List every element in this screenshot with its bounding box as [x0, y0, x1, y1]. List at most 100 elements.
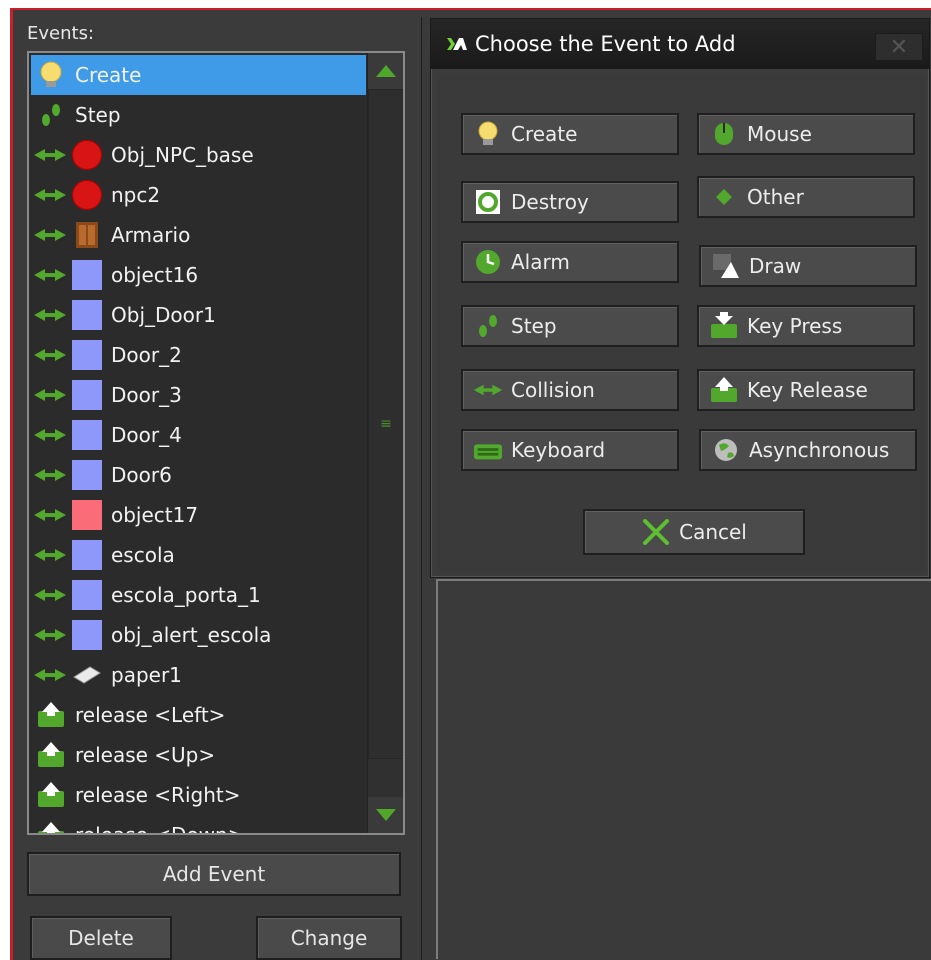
key-release-icon	[709, 375, 739, 405]
keyboard-icon	[473, 435, 503, 465]
event-list-item[interactable]: Armario	[31, 215, 366, 255]
event-label: release <Down>	[75, 823, 245, 835]
sprite-blue-square-icon	[69, 379, 105, 411]
event-list-item[interactable]: release <Up>	[31, 735, 366, 775]
event-list-item[interactable]: Door_2	[31, 335, 366, 375]
collision-arrows-icon	[31, 467, 69, 483]
collision-arrows-icon	[31, 187, 69, 203]
sprite-red-square-icon	[69, 499, 105, 531]
sprite-blue-square-icon	[69, 259, 105, 291]
mouse-event-button[interactable]: Mouse	[697, 113, 915, 155]
close-button[interactable]: ✕	[875, 33, 923, 61]
collision-arrows-icon	[31, 667, 69, 683]
sprite-red-circle-icon	[69, 179, 105, 211]
event-list-item[interactable]: obj_alert_escola	[31, 615, 366, 655]
collision-arrows-icon	[31, 387, 69, 403]
step-icon	[33, 99, 69, 131]
collision-arrows-icon	[31, 347, 69, 363]
sprite-blue-square-icon	[69, 619, 105, 651]
key-press-icon	[709, 311, 739, 341]
delete-button[interactable]: Delete	[30, 916, 172, 960]
events-label: Events:	[27, 23, 95, 44]
event-label: Armario	[111, 223, 191, 247]
events-list[interactable]: Create Step Obj_NPC_base npc2 Armario object1…	[27, 51, 405, 835]
event-list-item[interactable]: npc2	[31, 175, 366, 215]
collision-event-button[interactable]: Collision	[461, 369, 679, 411]
event-button-label: Key Press	[747, 314, 843, 338]
step-event-button[interactable]: Step	[461, 305, 679, 347]
collision-arrows-icon	[31, 147, 69, 163]
events-scrollbar[interactable]: ≡	[367, 53, 403, 833]
event-list-item[interactable]: Obj_NPC_base	[31, 135, 366, 175]
dialog-body: Create Mouse Destroy Other Alarm Draw Step Key …	[437, 75, 925, 573]
destroy-icon	[473, 187, 503, 217]
scroll-thumb[interactable]: ≡	[368, 89, 403, 759]
event-label: release <Right>	[75, 783, 241, 807]
scroll-down-arrow-icon[interactable]	[368, 797, 403, 833]
event-button-label: Asynchronous	[749, 438, 890, 462]
create-event-button[interactable]: Create	[461, 113, 679, 155]
event-label: Obj_Door1	[111, 303, 216, 327]
alarm-event-button[interactable]: Alarm	[461, 241, 679, 283]
event-button-label: Destroy	[511, 190, 589, 214]
draw-event-button[interactable]: Draw	[699, 245, 917, 287]
asynchronous-event-button[interactable]: Asynchronous	[699, 429, 917, 471]
key-release-icon	[33, 739, 69, 771]
scroll-up-arrow-icon[interactable]	[368, 53, 403, 89]
cancel-button[interactable]: Cancel	[583, 509, 805, 555]
cancel-label: Cancel	[679, 520, 747, 544]
other-event-button[interactable]: Other	[697, 176, 915, 218]
event-list-item[interactable]: release <Right>	[31, 775, 366, 815]
event-list-item[interactable]: Door6	[31, 455, 366, 495]
event-label: release <Up>	[75, 743, 216, 767]
event-label: Step	[75, 103, 121, 127]
keyboard-event-button[interactable]: Keyboard	[461, 429, 679, 471]
sprite-blue-square-icon	[69, 299, 105, 331]
add-event-button[interactable]: Add Event	[27, 852, 401, 896]
event-list-item[interactable]: Door_3	[31, 375, 366, 415]
choose-event-dialog: Choose the Event to Add ✕ Create Mouse Des…	[430, 18, 930, 578]
sprite-blue-square-icon	[69, 459, 105, 491]
key-press-event-button[interactable]: Key Press	[697, 305, 915, 347]
collision-arrows-icon	[31, 547, 69, 563]
event-label: Door_4	[111, 423, 182, 447]
diamond-icon	[709, 182, 739, 212]
event-list-item[interactable]: Step	[31, 95, 366, 135]
key-release-icon	[33, 779, 69, 811]
sprite-paper-icon	[69, 659, 105, 691]
event-list-item[interactable]: Create	[31, 55, 366, 95]
change-button[interactable]: Change	[256, 916, 402, 960]
event-label: paper1	[111, 663, 182, 687]
close-icon: ✕	[889, 34, 909, 60]
event-label: Door6	[111, 463, 172, 487]
sprite-red-circle-icon	[69, 139, 105, 171]
lightbulb-icon	[473, 119, 503, 149]
event-list-item[interactable]: release <Left>	[31, 695, 366, 735]
event-list-item[interactable]: escola	[31, 535, 366, 575]
destroy-event-button[interactable]: Destroy	[461, 181, 679, 223]
event-label: Door_2	[111, 343, 182, 367]
collision-arrows-icon	[31, 307, 69, 323]
event-label: Door_3	[111, 383, 182, 407]
event-list-item[interactable]: escola_porta_1	[31, 575, 366, 615]
event-list-item[interactable]: Door_4	[31, 415, 366, 455]
collision-arrows-icon	[31, 627, 69, 643]
collision-arrows-icon	[31, 587, 69, 603]
cancel-x-icon	[641, 517, 671, 547]
collision-icon	[473, 375, 503, 405]
sprite-blue-square-icon	[69, 339, 105, 371]
key-release-event-button[interactable]: Key Release	[697, 369, 915, 411]
event-button-label: Keyboard	[511, 438, 606, 462]
event-list-item[interactable]: paper1	[31, 655, 366, 695]
alarm-icon	[473, 247, 503, 277]
event-label: release <Left>	[75, 703, 226, 727]
app-logo-icon	[441, 34, 469, 54]
event-list-item[interactable]: release <Down>	[31, 815, 366, 835]
event-list-item[interactable]: object17	[31, 495, 366, 535]
event-list-item[interactable]: Obj_Door1	[31, 295, 366, 335]
event-button-label: Other	[747, 185, 804, 209]
sprite-blue-square-icon	[69, 419, 105, 451]
globe-icon	[711, 435, 741, 465]
event-button-label: Draw	[749, 254, 802, 278]
event-list-item[interactable]: object16	[31, 255, 366, 295]
